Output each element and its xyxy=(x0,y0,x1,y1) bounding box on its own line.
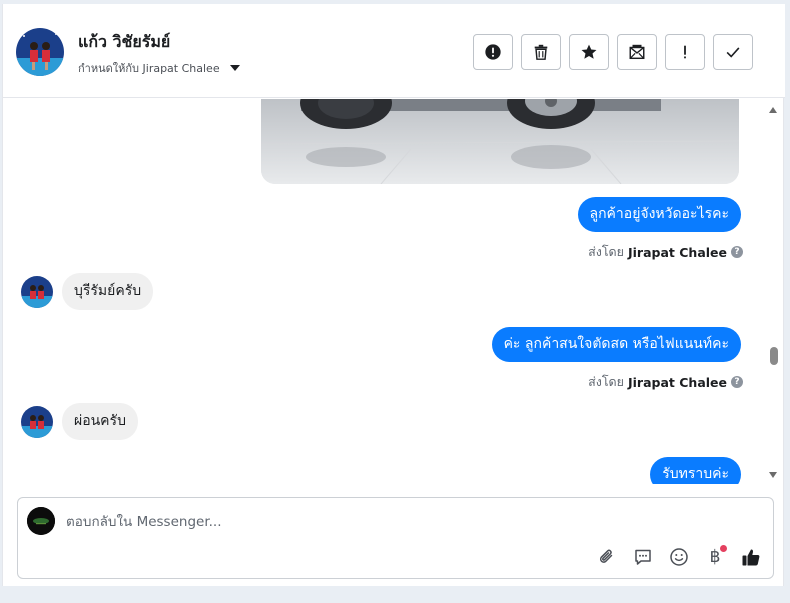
star-icon xyxy=(581,44,597,59)
shared-photo[interactable] xyxy=(261,99,739,184)
chevron-down-icon xyxy=(229,65,240,71)
mark-done-button[interactable] xyxy=(713,34,753,70)
contact-avatar[interactable] xyxy=(16,28,64,76)
outgoing-message[interactable]: ลูกค้าอยู่จังหวัดอะไรคะ xyxy=(577,197,741,232)
conversation-toolbar xyxy=(473,34,753,70)
sent-by-info: ส่งโดย Jirapat Chalee ? xyxy=(588,242,743,262)
sender-name: Jirapat Chalee xyxy=(628,374,727,390)
incoming-message[interactable]: ผ่อนครับ xyxy=(62,403,138,440)
scrollbar-thumb[interactable] xyxy=(770,347,778,365)
help-icon[interactable]: ? xyxy=(731,246,743,258)
scroll-down-arrow[interactable] xyxy=(769,472,777,478)
page-avatar xyxy=(27,507,55,535)
message-list[interactable]: ลูกค้าอยู่จังหวัดอะไรคะ ส่งโดย Jirapat C… xyxy=(3,99,785,484)
contact-name[interactable]: แก้ว วิชัยรัมย์ xyxy=(78,30,170,55)
follow-up-button[interactable] xyxy=(665,34,705,70)
baht-payment-icon: ฿ xyxy=(709,547,721,567)
reply-composer: ฿ xyxy=(17,497,774,579)
report-button[interactable] xyxy=(473,34,513,70)
sent-by-prefix: ส่งโดย xyxy=(588,244,624,259)
payment-button[interactable]: ฿ xyxy=(703,545,727,569)
trash-icon xyxy=(534,44,548,60)
emoji-button[interactable] xyxy=(667,545,691,569)
check-icon xyxy=(726,47,740,58)
star-button[interactable] xyxy=(569,34,609,70)
delete-button[interactable] xyxy=(521,34,561,70)
incoming-message[interactable]: บุรีรัมย์ครับ xyxy=(62,273,154,310)
incoming-message-row: บุรีรัมย์ครับ xyxy=(21,273,154,310)
thumbs-up-icon xyxy=(742,549,760,566)
assignee-dropdown[interactable]: กำหนดให้กับ Jirapat Chalee xyxy=(78,60,240,76)
attach-button[interactable] xyxy=(595,545,619,569)
emoji-icon xyxy=(670,548,688,566)
incoming-message-row: ผ่อนครับ xyxy=(21,403,138,440)
exclamation-icon xyxy=(684,45,686,59)
help-icon[interactable]: ? xyxy=(731,376,743,388)
composer-actions: ฿ xyxy=(595,545,763,569)
saved-reply-icon xyxy=(635,549,651,565)
notification-dot xyxy=(720,545,727,552)
page-bottom-strip xyxy=(0,586,790,603)
alert-circle-icon xyxy=(485,44,501,60)
contact-avatar-small[interactable] xyxy=(21,275,53,308)
conversation-header: แก้ว วิชัยรัมย์ กำหนดให้กับ Jirapat Chal… xyxy=(3,4,785,98)
contact-avatar-small[interactable] xyxy=(21,405,53,438)
paperclip-icon xyxy=(599,549,613,563)
saved-replies-button[interactable] xyxy=(631,545,655,569)
mark-unread-button[interactable] xyxy=(617,34,657,70)
scroll-up-arrow[interactable] xyxy=(769,107,777,113)
reply-input[interactable] xyxy=(66,511,666,533)
assignee-label: กำหนดให้กับ Jirapat Chalee xyxy=(78,62,220,75)
like-button[interactable] xyxy=(739,545,763,569)
sender-name: Jirapat Chalee xyxy=(628,244,727,260)
sent-by-prefix: ส่งโดย xyxy=(588,374,624,389)
envelope-icon xyxy=(629,44,645,60)
outgoing-message[interactable]: ค่ะ ลูกค้าสนใจตัดสด หรือไฟแนนท์คะ xyxy=(491,327,741,362)
outgoing-message[interactable]: รับทราบค่ะ xyxy=(650,457,741,484)
conversation-panel: แก้ว วิชัยรัมย์ กำหนดให้กับ Jirapat Chal… xyxy=(2,4,785,586)
sent-by-info: ส่งโดย Jirapat Chalee ? xyxy=(588,372,743,392)
